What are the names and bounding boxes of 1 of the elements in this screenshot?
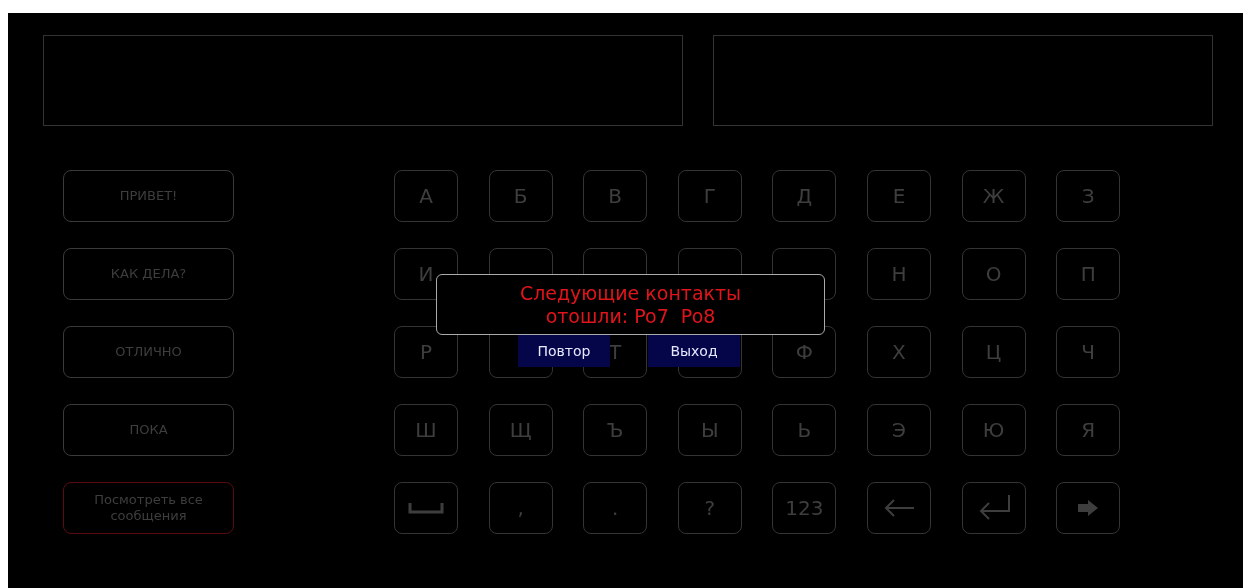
alert-message: Следующие контакты отошли: Po7 Po8 [518, 281, 743, 328]
